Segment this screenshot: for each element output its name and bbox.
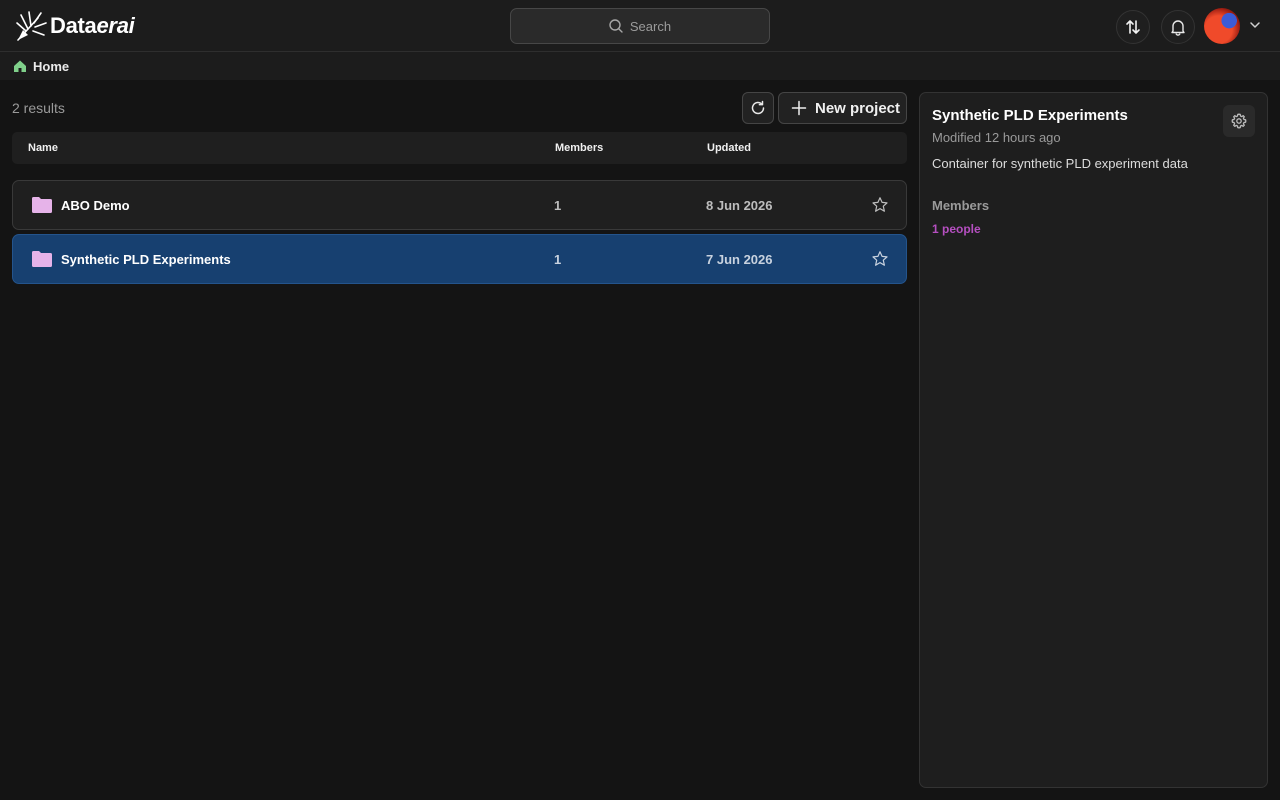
notifications-button[interactable] (1161, 10, 1195, 44)
refresh-icon (751, 100, 765, 115)
breadcrumb-home[interactable]: Home (33, 59, 69, 74)
folder-icon (32, 251, 52, 267)
detail-description: Container for synthetic PLD experiment d… (932, 156, 1188, 171)
chevron-down-icon[interactable] (1249, 19, 1261, 31)
avatar[interactable] (1204, 8, 1240, 44)
home-icon (14, 60, 26, 72)
search-placeholder: Search (629, 18, 672, 34)
top-bar: Dataerai Search (0, 0, 1280, 52)
row-name: ABO Demo (61, 198, 130, 213)
table-header: Name Members Updated (12, 132, 907, 164)
star-icon[interactable] (871, 250, 889, 268)
column-header-name[interactable]: Name (28, 142, 58, 154)
gear-icon (1231, 113, 1247, 129)
app-logo[interactable]: Dataerai (14, 8, 135, 44)
row-members: 1 (554, 252, 562, 267)
logo-mark-icon (16, 11, 47, 41)
breadcrumb: Home (0, 52, 1280, 80)
refresh-button[interactable] (742, 92, 774, 124)
row-name: Synthetic PLD Experiments (61, 252, 231, 267)
table-row-selected[interactable]: Synthetic PLD Experiments 1 7 Jun 2026 (12, 234, 907, 284)
settings-button[interactable] (1223, 105, 1255, 137)
project-detail-panel: Synthetic PLD Experiments Modified 12 ho… (919, 92, 1268, 788)
detail-title: Synthetic PLD Experiments (932, 107, 1128, 124)
detail-modified: Modified 12 hours ago (932, 130, 1061, 145)
column-header-updated[interactable]: Updated (707, 142, 751, 154)
search-icon (609, 19, 623, 33)
row-updated: 8 Jun 2026 (706, 198, 773, 213)
new-project-label: New project (815, 99, 901, 117)
plus-icon (791, 100, 807, 116)
folder-icon (32, 197, 52, 213)
row-members: 1 (554, 198, 562, 213)
sort-button[interactable] (1116, 10, 1150, 44)
star-icon[interactable] (871, 196, 889, 214)
detail-members-link[interactable]: 1 people (932, 222, 981, 236)
detail-members-label: Members (932, 198, 990, 213)
new-project-button[interactable]: New project (778, 92, 907, 124)
row-updated: 7 Jun 2026 (706, 252, 773, 267)
app-logo-text: Dataerai (50, 13, 135, 38)
results-count: 2 results (12, 100, 65, 116)
column-header-members[interactable]: Members (555, 142, 603, 154)
bell-icon (1171, 20, 1185, 36)
table-row[interactable]: ABO Demo 1 8 Jun 2026 (12, 180, 907, 230)
search-bar[interactable]: Search (510, 8, 770, 44)
sort-icon (1126, 20, 1140, 34)
